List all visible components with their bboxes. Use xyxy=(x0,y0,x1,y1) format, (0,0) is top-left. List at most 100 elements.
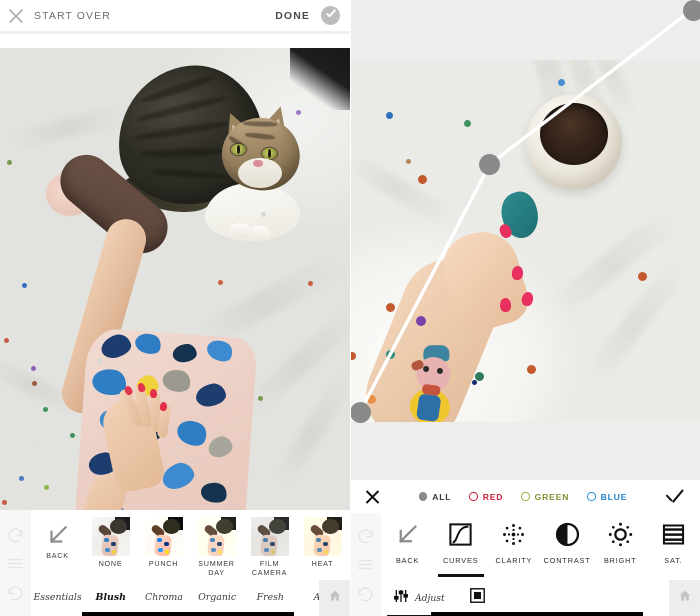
embroidery-dot xyxy=(33,444,38,449)
done-button[interactable]: DONE xyxy=(275,10,310,22)
left-side-toolbar xyxy=(0,510,31,616)
embroidery-dot xyxy=(367,395,376,404)
home-icon xyxy=(328,589,342,608)
embroidery-dot xyxy=(558,79,565,86)
right-side-toolbar xyxy=(350,513,381,616)
embroidery-dot xyxy=(464,120,471,127)
menu-icon[interactable] xyxy=(356,555,375,574)
redo-icon[interactable] xyxy=(356,585,375,604)
clarity-burst-icon xyxy=(500,521,527,548)
embroidery-dot xyxy=(472,380,477,385)
arrow-down-left-icon xyxy=(45,522,71,548)
channel-green[interactable]: GREEN xyxy=(521,492,569,502)
home-indicator-bar-left xyxy=(82,612,294,616)
filter-item-punch[interactable]: PUNCH xyxy=(137,510,190,569)
embroidery-dot xyxy=(22,283,27,288)
sliders-icon xyxy=(393,588,409,609)
start-over-button[interactable]: START OVER xyxy=(34,10,111,22)
tool-back[interactable]: BACK xyxy=(381,513,434,580)
cat-paw xyxy=(229,223,251,239)
embroidery-dot xyxy=(406,159,411,164)
close-x-icon[interactable] xyxy=(7,7,25,25)
filter-label: FILM CAMERA xyxy=(251,559,288,577)
filter-label: HEAT xyxy=(311,559,334,568)
channel-dot-green xyxy=(521,492,530,501)
filter-thumbnail xyxy=(250,517,289,556)
channel-selector-bar: ALL RED GREEN BLUE xyxy=(350,480,700,513)
fingernail xyxy=(499,297,512,313)
tool-label: BRIGHT xyxy=(603,556,637,565)
undo-icon[interactable] xyxy=(6,526,25,545)
undo-icon[interactable] xyxy=(356,527,375,546)
saturation-bars-icon xyxy=(660,521,687,548)
channel-all[interactable]: ALL xyxy=(418,491,452,502)
menu-icon[interactable] xyxy=(6,554,25,573)
filter-item-summer-day[interactable]: SUMMER DAY xyxy=(190,510,243,577)
left-screenshot-panel: START OVER DONE BACK NONE PUNCH SUMMER D… xyxy=(0,0,350,616)
editor-mode-tabs[interactable]: Adjust xyxy=(381,580,700,616)
channel-dot-all xyxy=(418,492,428,501)
filter-category-tabs[interactable]: Essentials Blush Chroma Organic Fresh Ai… xyxy=(31,580,350,616)
filter-label: PUNCH xyxy=(148,559,179,568)
forearm-tattoo xyxy=(402,342,476,422)
tool-contrast[interactable]: CONTRAST xyxy=(541,513,594,580)
photo-preview-left[interactable] xyxy=(0,48,350,510)
home-button-left[interactable] xyxy=(319,580,350,616)
filter-back-button[interactable]: BACK xyxy=(31,510,84,561)
embroidery-dot xyxy=(97,358,102,363)
coffee-hand-photo xyxy=(350,60,700,422)
photo-preview-right[interactable] xyxy=(350,60,700,422)
black-coffee xyxy=(540,103,608,165)
tool-label: CLARITY xyxy=(495,556,533,565)
embroidery-dot xyxy=(258,396,263,401)
check-circle-icon[interactable] xyxy=(321,6,340,25)
home-button-right[interactable] xyxy=(669,580,700,616)
mode-tab-label: Adjust xyxy=(415,592,445,604)
channel-label-blue: BLUE xyxy=(600,491,628,502)
filter-back-label: BACK xyxy=(46,551,69,560)
filter-thumbnail xyxy=(144,517,183,556)
category-tab-essentials[interactable]: Essentials xyxy=(31,592,84,605)
tool-saturation[interactable]: SAT. xyxy=(647,513,700,580)
adjust-tool-strip[interactable]: BACK CURVES CLARITY CONTRAST BRIGHT SAT. xyxy=(381,513,700,580)
tool-label: BACK xyxy=(395,556,420,565)
curve-shadow-point[interactable] xyxy=(350,402,371,423)
category-tab-organic[interactable]: Organic xyxy=(191,592,244,605)
embroidery-dot xyxy=(527,365,536,374)
embroidery-dot xyxy=(44,485,49,490)
category-tab-blush[interactable]: Blush xyxy=(84,592,137,605)
fingernail xyxy=(149,388,158,399)
channel-group: ALL RED GREEN BLUE xyxy=(418,491,627,502)
tool-bright[interactable]: BRIGHT xyxy=(594,513,647,580)
cat-nose xyxy=(253,160,263,167)
category-tab-fresh[interactable]: Fresh xyxy=(244,592,297,605)
embroidery-dot xyxy=(7,160,12,165)
filter-item-heat[interactable]: HEAT xyxy=(296,510,349,569)
tool-clarity[interactable]: CLARITY xyxy=(487,513,540,580)
mode-tab-adjust[interactable]: Adjust xyxy=(381,580,457,616)
filter-thumbnail xyxy=(303,517,342,556)
curves-icon xyxy=(447,521,474,548)
filter-item-film-camera[interactable]: FILM CAMERA xyxy=(243,510,296,577)
cancel-curves-icon[interactable] xyxy=(364,488,381,505)
mode-tab-frame[interactable] xyxy=(457,580,504,616)
filter-item-none[interactable]: NONE xyxy=(84,510,137,569)
filter-thumbnail-strip[interactable]: BACK NONE PUNCH SUMMER DAY FILM CAMERA H… xyxy=(31,510,350,580)
curve-midtone-point[interactable] xyxy=(479,154,500,175)
curve-highlight-point[interactable] xyxy=(683,0,700,21)
arrow-down-left-icon xyxy=(394,521,421,548)
embroidery-dot xyxy=(261,212,266,217)
tool-curves[interactable]: CURVES xyxy=(434,513,487,580)
brightness-sun-icon xyxy=(607,521,634,548)
dual-screenshot-container: START OVER DONE BACK NONE PUNCH SUMMER D… xyxy=(0,0,700,616)
channel-label-green: GREEN xyxy=(534,491,570,502)
confirm-curves-icon[interactable] xyxy=(665,489,684,505)
embroidery-dot xyxy=(218,280,223,285)
panel-divider xyxy=(350,0,351,616)
channel-blue[interactable]: BLUE xyxy=(587,492,627,502)
category-tab-chroma[interactable]: Chroma xyxy=(137,592,190,605)
embroidery-dot xyxy=(386,350,395,359)
channel-label-all: ALL xyxy=(432,491,452,502)
channel-red[interactable]: RED xyxy=(469,492,503,502)
redo-icon[interactable] xyxy=(6,584,25,603)
